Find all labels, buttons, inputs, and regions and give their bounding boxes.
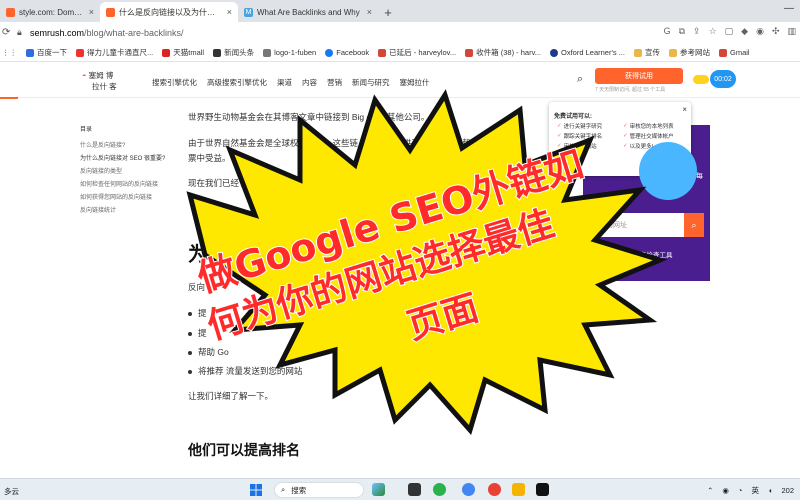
wifi-icon[interactable]: ◔ — [738, 486, 743, 495]
taskbar-search[interactable]: ⌕ 搜索 — [274, 482, 364, 498]
screen: style.com: Domain Over × 什么是反向链接以及为什么它们重… — [0, 0, 800, 500]
clock[interactable]: 202 — [781, 486, 794, 495]
windows-icon[interactable] — [250, 484, 262, 496]
chrome-icon[interactable] — [488, 483, 501, 496]
search-label: 搜索 — [291, 485, 307, 495]
window-icon[interactable] — [408, 483, 421, 496]
wechat-icon[interactable] — [433, 483, 446, 496]
tray-app-icon[interactable]: ◉ — [722, 486, 729, 495]
ime-indicator[interactable]: 英 — [751, 485, 759, 496]
landscape-app-icon[interactable] — [372, 483, 385, 496]
system-tray: ⌃ ◉ ◔ 英 ◖ 202 — [707, 485, 794, 496]
volume-icon[interactable]: ◖ — [768, 486, 773, 495]
chevron-up-icon[interactable]: ⌃ — [707, 486, 713, 495]
capcut-icon[interactable] — [536, 483, 549, 496]
weather-text[interactable]: 多云 — [4, 486, 19, 497]
taskbar: 多云 ⌕ 搜索 ⌃ ◉ ◔ 英 ◖ 202 — [0, 478, 800, 500]
search-icon: ⌕ — [281, 485, 286, 494]
chrome-icon[interactable] — [462, 483, 475, 496]
folder-icon[interactable] — [512, 483, 525, 496]
